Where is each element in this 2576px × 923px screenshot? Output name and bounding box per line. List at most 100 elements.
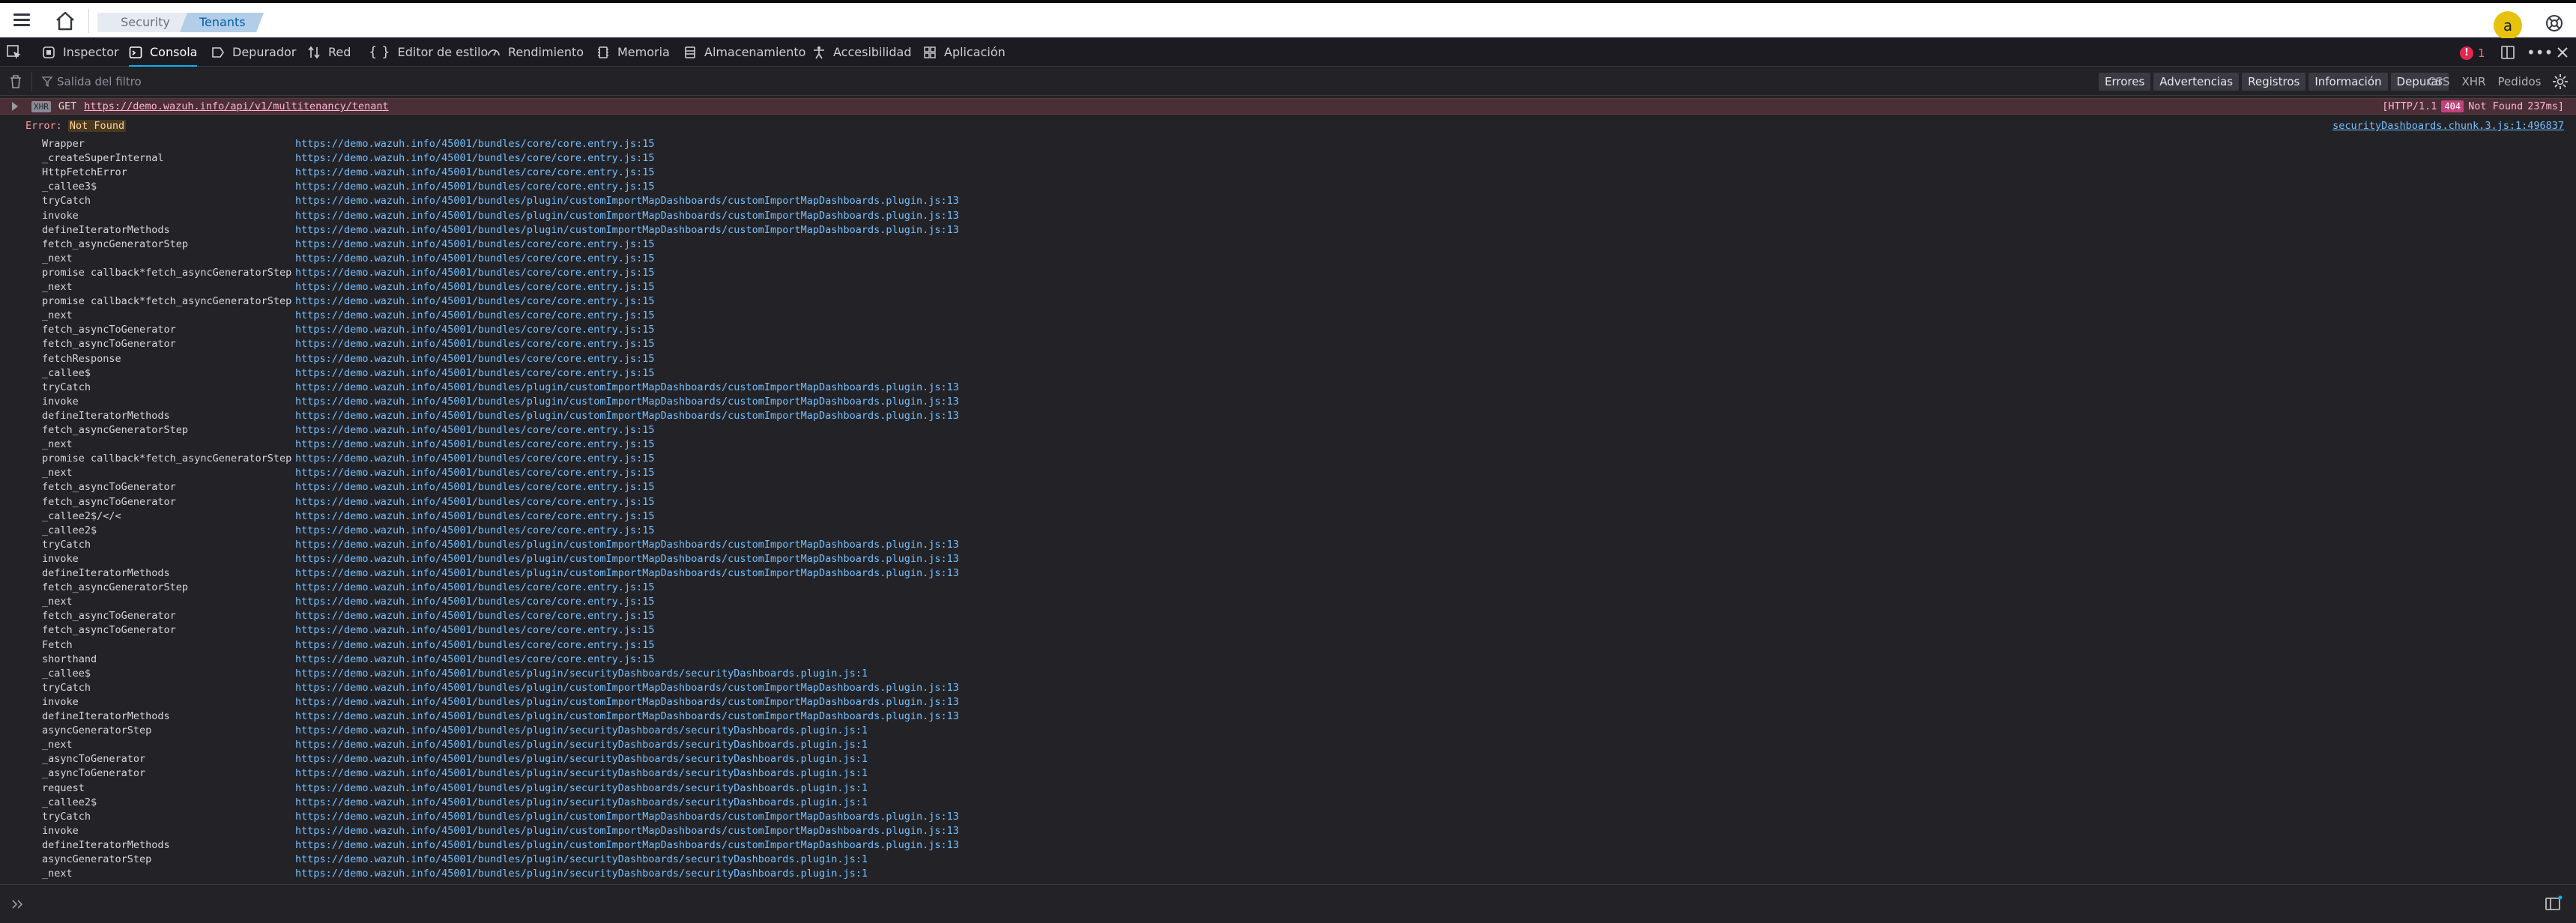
tab-application[interactable]: Aplicación: [923, 38, 1006, 67]
stack-frame-location-link[interactable]: https://demo.wazuh.info/45001/bundles/co…: [295, 266, 655, 280]
stack-frame-location-link[interactable]: https://demo.wazuh.info/45001/bundles/co…: [295, 480, 655, 494]
stack-frame-row: defineIteratorMethods https://demo.wazuh.…: [0, 409, 2576, 423]
help-icon[interactable]: [2545, 13, 2564, 33]
console-input-row[interactable]: [0, 884, 2576, 923]
stack-frame-location-link[interactable]: https://demo.wazuh.info/45001/bundles/co…: [295, 653, 655, 667]
tab-console[interactable]: Consola: [129, 38, 198, 67]
stack-frame-location-link[interactable]: https://demo.wazuh.info/45001/bundles/pl…: [295, 681, 959, 695]
stack-frame-location-link[interactable]: https://demo.wazuh.info/45001/bundles/pl…: [295, 395, 959, 409]
tab-inspector[interactable]: Inspector: [42, 38, 119, 67]
stack-frame-function: defineIteratorMethods: [42, 223, 170, 236]
stack-frame-row: _callee3$ https://demo.wazuh.info/45001/b…: [0, 180, 2576, 194]
stack-frame-location-link[interactable]: https://demo.wazuh.info/45001/bundles/co…: [295, 151, 655, 166]
stack-frame-location-link[interactable]: https://demo.wazuh.info/45001/bundles/co…: [295, 509, 655, 524]
user-avatar[interactable]: a: [2494, 11, 2522, 40]
error-message: Error: Not Found: [25, 120, 127, 132]
dock-icon[interactable]: [2500, 38, 2516, 67]
filter-errors-button[interactable]: Errores: [2099, 73, 2151, 91]
stack-frame-location-link[interactable]: https://demo.wazuh.info/45001/bundles/co…: [295, 366, 655, 381]
stack-frame-row: fetch_asyncGeneratorStep https://demo.waz…: [0, 423, 2576, 438]
stack-frame-location-link[interactable]: https://demo.wazuh.info/45001/bundles/co…: [295, 252, 655, 266]
filter-info-button[interactable]: Información: [2309, 73, 2388, 91]
stack-frame-location-link[interactable]: https://demo.wazuh.info/45001/bundles/pl…: [295, 796, 868, 810]
stack-frame-location-link[interactable]: https://demo.wazuh.info/45001/bundles/pl…: [295, 667, 868, 681]
stack-frame-location-link[interactable]: https://demo.wazuh.info/45001/bundles/pl…: [295, 709, 959, 724]
stack-frame-location-link[interactable]: https://demo.wazuh.info/45001/bundles/co…: [295, 323, 655, 337]
error-source-link[interactable]: securityDashboards.chunk.3.js:1:496837: [2332, 120, 2564, 132]
stack-frame-location-link[interactable]: https://demo.wazuh.info/45001/bundles/pl…: [295, 566, 959, 581]
error-count-badge[interactable]: ! 1: [2460, 45, 2485, 61]
filter-input[interactable]: [40, 72, 640, 91]
stack-frame-location-link[interactable]: https://demo.wazuh.info/45001/bundles/co…: [295, 524, 655, 538]
tab-performance[interactable]: Rendimiento: [487, 38, 584, 67]
tab-label: Red: [328, 45, 351, 59]
tab-network[interactable]: Red: [307, 38, 351, 67]
stack-frame-location-link[interactable]: https://demo.wazuh.info/45001/bundles/co…: [295, 137, 655, 151]
stack-frame-location-link[interactable]: https://demo.wazuh.info/45001/bundles/co…: [295, 609, 655, 623]
stack-frame-location-link[interactable]: https://demo.wazuh.info/45001/bundles/co…: [295, 294, 655, 309]
stack-frame-location-link[interactable]: https://demo.wazuh.info/45001/bundles/co…: [295, 280, 655, 294]
stack-frame-location-link[interactable]: https://demo.wazuh.info/45001/bundles/pl…: [295, 781, 868, 796]
stack-frame-location-link[interactable]: https://demo.wazuh.info/45001/bundles/co…: [295, 495, 655, 509]
stack-frame-row: _next https://demo.wazuh.info/45001/bundl…: [0, 280, 2576, 294]
stack-frame-function: defineIteratorMethods: [42, 838, 170, 851]
close-icon[interactable]: [2555, 38, 2570, 67]
stack-frame-location-link[interactable]: https://demo.wazuh.info/45001/bundles/co…: [295, 452, 655, 466]
stack-frame-location-link[interactable]: https://demo.wazuh.info/45001/bundles/co…: [295, 352, 655, 366]
breadcrumb-security[interactable]: Security: [97, 13, 193, 32]
tab-memory[interactable]: Memoria: [596, 38, 670, 67]
stack-frame-location-link[interactable]: https://demo.wazuh.info/45001/bundles/pl…: [295, 867, 868, 881]
stack-frame-location-link[interactable]: https://demo.wazuh.info/45001/bundles/co…: [295, 337, 655, 351]
stack-frame-location-link[interactable]: https://demo.wazuh.info/45001/bundles/co…: [295, 309, 655, 323]
stack-frame-location-link[interactable]: https://demo.wazuh.info/45001/bundles/pl…: [295, 853, 868, 867]
filter-logs-button[interactable]: Registros: [2242, 73, 2306, 91]
stack-frame-location-link[interactable]: https://demo.wazuh.info/45001/bundles/co…: [295, 595, 655, 609]
stack-frame-location-link[interactable]: https://demo.wazuh.info/45001/bundles/pl…: [295, 752, 868, 766]
element-picker-icon[interactable]: [6, 44, 22, 61]
stack-frame-location-link[interactable]: https://demo.wazuh.info/45001/bundles/pl…: [295, 538, 959, 552]
filter-requests-button[interactable]: Pedidos: [2498, 73, 2542, 91]
stack-frame-location-link[interactable]: https://demo.wazuh.info/45001/bundles/pl…: [295, 838, 959, 853]
stack-frame-location-link[interactable]: https://demo.wazuh.info/45001/bundles/co…: [295, 423, 655, 438]
stack-frame-location-link[interactable]: https://demo.wazuh.info/45001/bundles/co…: [295, 638, 655, 653]
xhr-request-row[interactable]: XHR GET https://demo.wazuh.info/api/v1/m…: [0, 98, 2576, 115]
filter-xhr-button[interactable]: XHR: [2462, 73, 2486, 91]
stack-frame-location-link[interactable]: https://demo.wazuh.info/45001/bundles/pl…: [295, 381, 959, 395]
stack-frame-location-link[interactable]: https://demo.wazuh.info/45001/bundles/co…: [295, 438, 655, 452]
request-url-link[interactable]: https://demo.wazuh.info/api/v1/multitena…: [84, 100, 388, 112]
editor-mode-icon[interactable]: [2545, 895, 2563, 912]
tab-style-editor[interactable]: { } Editor de estilo: [369, 38, 488, 67]
stack-frame-location-link[interactable]: https://demo.wazuh.info/45001/bundles/co…: [295, 237, 655, 252]
gear-icon[interactable]: [2552, 73, 2569, 90]
menu-icon[interactable]: [12, 10, 31, 30]
stack-frame-location-link[interactable]: https://demo.wazuh.info/45001/bundles/co…: [295, 166, 655, 180]
stack-frame-row: invoke https://demo.wazuh.info/45001/bund…: [0, 695, 2576, 709]
stack-frame-location-link[interactable]: https://demo.wazuh.info/45001/bundles/co…: [295, 180, 655, 194]
stack-frame-location-link[interactable]: https://demo.wazuh.info/45001/bundles/pl…: [295, 209, 959, 223]
trash-icon[interactable]: [7, 73, 24, 90]
stack-frame-location-link[interactable]: https://demo.wazuh.info/45001/bundles/co…: [295, 581, 655, 595]
tab-storage[interactable]: Almacenamiento: [683, 38, 805, 67]
tab-accessibility[interactable]: Accesibilidad: [812, 38, 912, 67]
app-window: Security Tenants a Inspector Consola Dep…: [0, 0, 2576, 923]
stack-frame-location-link[interactable]: https://demo.wazuh.info/45001/bundles/co…: [295, 466, 655, 480]
stack-frame-location-link[interactable]: https://demo.wazuh.info/45001/bundles/pl…: [295, 766, 868, 781]
home-icon[interactable]: [54, 10, 76, 32]
more-options-icon[interactable]: •••: [2527, 38, 2553, 67]
stack-frame-row: _callee$ https://demo.wazuh.info/45001/bu…: [0, 366, 2576, 381]
stack-frame-location-link[interactable]: https://demo.wazuh.info/45001/bundles/pl…: [295, 552, 959, 566]
stack-frame-location-link[interactable]: https://demo.wazuh.info/45001/bundles/pl…: [295, 738, 868, 752]
filter-warnings-button[interactable]: Advertencias: [2153, 73, 2240, 91]
stack-frame-location-link[interactable]: https://demo.wazuh.info/45001/bundles/pl…: [295, 695, 959, 709]
stack-frame-location-link[interactable]: https://demo.wazuh.info/45001/bundles/pl…: [295, 824, 959, 838]
filter-css-button[interactable]: CSS: [2428, 73, 2450, 91]
stack-frame-location-link[interactable]: https://demo.wazuh.info/45001/bundles/pl…: [295, 223, 959, 237]
expand-arrow-icon[interactable]: [12, 102, 18, 111]
stack-frame-location-link[interactable]: https://demo.wazuh.info/45001/bundles/pl…: [295, 409, 959, 423]
stack-frame-location-link[interactable]: https://demo.wazuh.info/45001/bundles/pl…: [295, 724, 868, 738]
header-divider: [88, 9, 89, 33]
stack-frame-location-link[interactable]: https://demo.wazuh.info/45001/bundles/pl…: [295, 810, 959, 824]
tab-debugger[interactable]: Depurador: [211, 38, 296, 67]
stack-frame-location-link[interactable]: https://demo.wazuh.info/45001/bundles/pl…: [295, 194, 959, 208]
stack-frame-location-link[interactable]: https://demo.wazuh.info/45001/bundles/co…: [295, 623, 655, 638]
